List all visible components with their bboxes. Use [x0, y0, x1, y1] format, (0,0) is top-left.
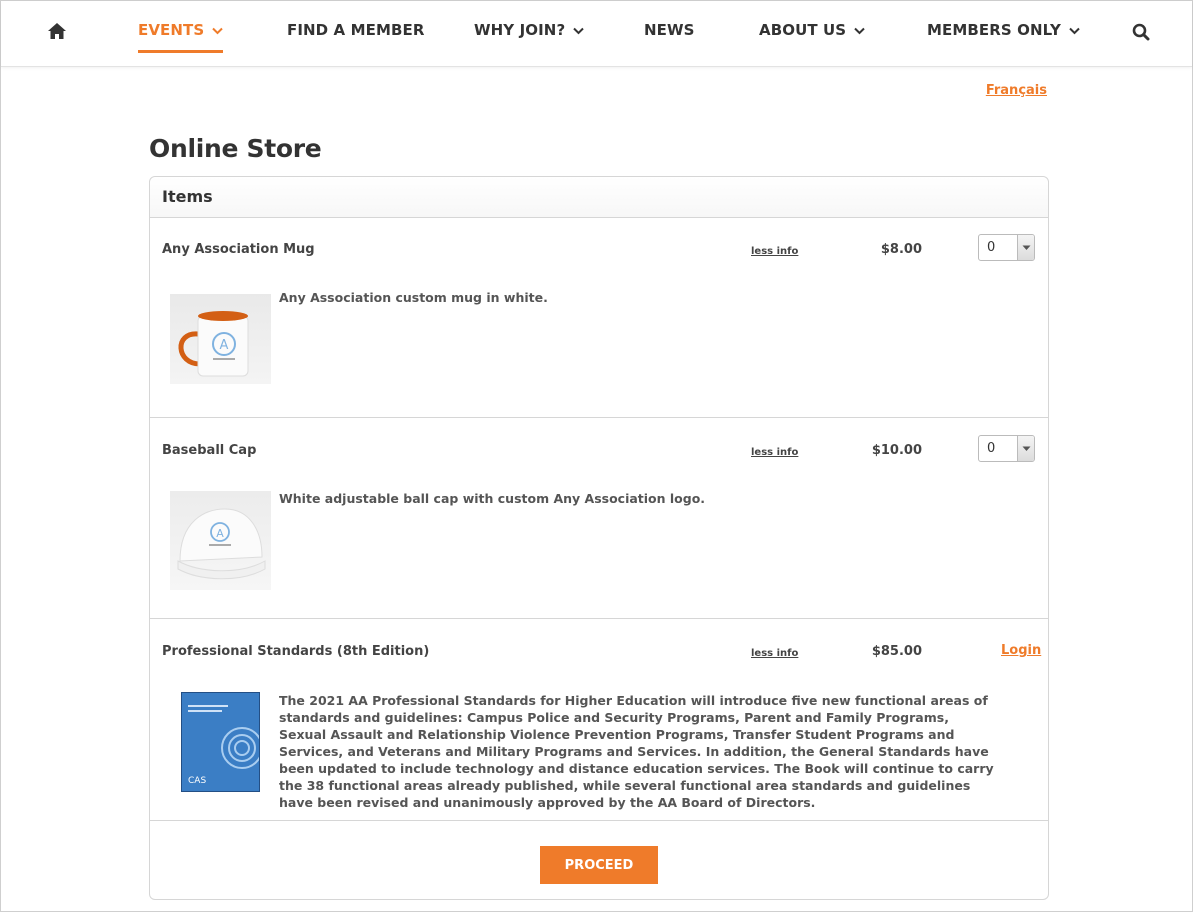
nav-news[interactable]: NEWS — [644, 21, 695, 39]
search-icon[interactable] — [1132, 23, 1150, 45]
home-icon[interactable] — [47, 22, 67, 44]
svg-text:CAS: CAS — [188, 776, 206, 786]
item-name: Baseball Cap — [162, 443, 257, 458]
item-description: White adjustable ball cap with custom An… — [279, 491, 706, 506]
item-description: Any Association custom mug in white. — [279, 290, 548, 305]
svg-text:A: A — [216, 527, 224, 540]
chevron-down-icon — [573, 21, 584, 39]
chevron-down-icon — [1017, 436, 1034, 461]
chevron-down-icon — [1017, 235, 1034, 260]
item-price: $85.00 — [871, 644, 922, 659]
quantity-select[interactable]: 0 — [978, 234, 1035, 261]
quantity-select[interactable]: 0 — [978, 435, 1035, 462]
svg-text:A: A — [220, 338, 229, 353]
chevron-down-icon — [212, 21, 224, 39]
item-price: $8.00 — [880, 242, 922, 257]
chevron-down-icon — [1069, 21, 1080, 39]
panel-header: Items — [150, 177, 1048, 218]
store-item: Professional Standards (8th Edition) les… — [150, 620, 1048, 821]
nav-about-us[interactable]: ABOUT US — [759, 21, 865, 39]
less-info-link[interactable]: less info — [751, 447, 798, 458]
mug-image: A — [170, 294, 271, 384]
cap-image: A — [170, 491, 271, 590]
store-item: Any Association Mug less info $8.00 0 A … — [150, 218, 1048, 418]
nav-members-only[interactable]: MEMBERS ONLY — [927, 21, 1080, 39]
item-name: Any Association Mug — [162, 242, 315, 257]
less-info-link[interactable]: less info — [751, 648, 798, 659]
book-cover-image: CAS — [181, 692, 260, 792]
nav-news-label: NEWS — [644, 21, 695, 39]
item-name: Professional Standards (8th Edition) — [162, 644, 430, 659]
nav-find-a-member-label: FIND A MEMBER — [287, 21, 425, 39]
nav-events[interactable]: EVENTS — [138, 21, 224, 53]
nav-members-only-label: MEMBERS ONLY — [927, 21, 1061, 39]
quantity-value: 0 — [987, 441, 996, 456]
chevron-down-icon — [854, 21, 865, 39]
items-panel: Items Any Association Mug less info $8.0… — [149, 176, 1049, 900]
item-description: The 2021 AA Professional Standards for H… — [279, 693, 994, 810]
top-navigation: EVENTS FIND A MEMBER WHY JOIN? NEWS ABOU… — [1, 1, 1192, 67]
nav-why-join[interactable]: WHY JOIN? — [474, 21, 584, 39]
page-title: Online Store — [149, 134, 322, 163]
item-price: $10.00 — [871, 443, 922, 458]
proceed-button[interactable]: PROCEED — [540, 846, 658, 884]
less-info-link[interactable]: less info — [751, 246, 798, 257]
login-link[interactable]: Login — [1001, 643, 1041, 658]
nav-why-join-label: WHY JOIN? — [474, 21, 566, 39]
nav-about-us-label: ABOUT US — [759, 21, 847, 39]
language-link[interactable]: Français — [986, 83, 1047, 98]
nav-find-a-member[interactable]: FIND A MEMBER — [287, 21, 425, 39]
quantity-value: 0 — [987, 240, 996, 255]
nav-events-label: EVENTS — [138, 21, 205, 39]
store-item: Baseball Cap less info $10.00 0 A White … — [150, 419, 1048, 619]
